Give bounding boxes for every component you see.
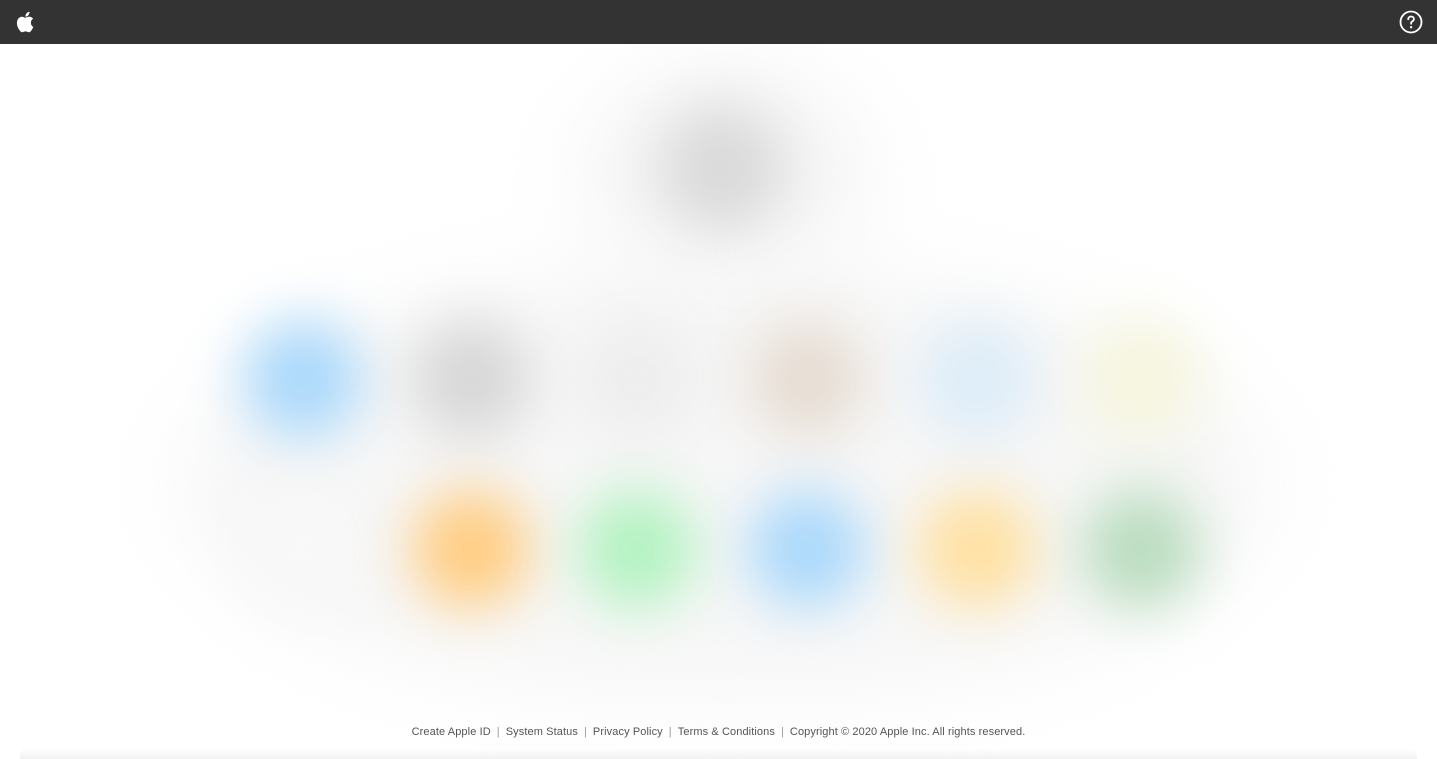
footer-separator: |	[583, 726, 587, 738]
photos-tile[interactable]	[748, 320, 866, 438]
keynote-tile[interactable]	[748, 490, 866, 608]
avatar	[660, 106, 784, 230]
footer-separator: |	[668, 726, 672, 738]
apple-logo-icon[interactable]	[16, 11, 34, 33]
system-status-link[interactable]: System Status	[506, 726, 578, 738]
find-friends-tile[interactable]	[918, 490, 1036, 608]
mail-tile[interactable]	[244, 320, 362, 438]
footer: Create Apple ID | System Status | Privacy Po…	[0, 726, 1437, 738]
create-apple-id-link[interactable]: Create Apple ID	[412, 726, 491, 738]
reminders-tile[interactable]	[244, 490, 362, 608]
calendar-tile[interactable]	[578, 320, 696, 438]
footer-separator: |	[780, 726, 784, 738]
pages-tile[interactable]	[412, 490, 530, 608]
numbers-tile[interactable]	[578, 490, 696, 608]
icloud-drive-tile[interactable]	[918, 320, 1036, 438]
terms-conditions-link[interactable]: Terms & Conditions	[678, 726, 775, 738]
copyright-text: Copyright © 2020 Apple Inc. All rights r…	[789, 726, 1026, 738]
privacy-policy-link[interactable]: Privacy Policy	[593, 726, 663, 738]
help-question-icon[interactable]	[1399, 10, 1423, 34]
bottom-shadow	[20, 748, 1417, 759]
notes-tile[interactable]	[1082, 320, 1200, 438]
top-bar	[0, 0, 1437, 44]
blurred-content-area	[0, 44, 1437, 759]
contacts-tile[interactable]	[412, 320, 530, 438]
find-iphone-tile[interactable]	[1082, 490, 1200, 608]
footer-separator: |	[496, 726, 500, 738]
